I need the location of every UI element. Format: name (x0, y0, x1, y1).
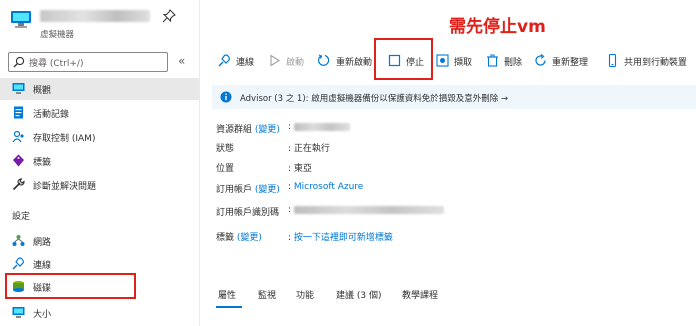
tags-change-link[interactable]: (變更) (237, 233, 262, 243)
resource-name-redacted (40, 10, 150, 22)
nav-item-connect[interactable]: 連線 (0, 253, 199, 275)
resource-group-label: 資源群組 (216, 125, 253, 135)
advisor-text: Advisor (3 之 1): 啟用虛擬機器備份以保護資料免於損毀及意外刪除 … (240, 94, 509, 104)
search-icon (13, 56, 25, 68)
section-settings-label: 設定 (12, 212, 31, 222)
network-icon (12, 235, 25, 246)
capture-icon (436, 54, 449, 67)
property-tags: 標籤 (變更) : 按一下這裡即可新增標籤 (216, 233, 393, 243)
subscription-label: 訂用帳戶 (216, 185, 253, 195)
refresh-icon (535, 54, 546, 66)
pin-icon[interactable] (162, 9, 176, 23)
property-resource-group: 資源群組 (變更) : (216, 120, 696, 136)
resource-group-value-redacted[interactable] (293, 122, 350, 131)
tab-monitoring[interactable]: 監視 (258, 288, 276, 301)
wrench-icon (12, 178, 25, 191)
advisor-banner[interactable]: Advisor (3 之 1): 啟用虛擬機器備份以保護資料免於損毀及意外刪除 … (212, 85, 696, 109)
stop-vm-annotation: 需先停止vm (449, 17, 546, 37)
size-icon (12, 307, 25, 318)
connect-icon (12, 257, 24, 270)
tag-icon (13, 154, 24, 167)
people-icon (12, 130, 24, 143)
highlight-stop-box (374, 38, 433, 80)
nav-item-diagnose[interactable]: 診斷並解決問題 (0, 174, 199, 196)
mobile-icon (608, 54, 617, 67)
nav-item-access-control[interactable]: 存取控制 (IAM) (0, 126, 199, 148)
play-icon (270, 54, 281, 67)
resource-header: 虛擬機器 (10, 8, 195, 44)
property-status: 狀態 : 正在執行 (216, 139, 696, 155)
info-icon (220, 91, 232, 103)
connect-label: 連線 (236, 58, 255, 68)
command-bar: 連線 啟動 重新啟動 停止 擷取 刪除 重新整理 共用到行動裝置 (210, 50, 696, 72)
location-value: 東亞 (293, 164, 312, 174)
trash-icon (487, 54, 498, 67)
nav-item-label: 概觀 (33, 86, 52, 96)
tags-label: 標籤 (216, 233, 235, 243)
activity-log-icon (14, 106, 23, 119)
search-placeholder: 搜尋 (Ctrl+/) (29, 59, 84, 69)
resource-type: 虛擬機器 (40, 30, 75, 40)
nav-item-size[interactable]: 大小 (0, 302, 199, 324)
overview-icon (12, 83, 25, 94)
nav-item-overview[interactable]: 概觀 (0, 78, 199, 100)
subscription-id-value-redacted (293, 205, 444, 214)
tab-recommendations[interactable]: 建議 (3 個) (336, 288, 381, 301)
nav-item-label: 診斷並解決問題 (33, 182, 97, 192)
active-tab-indicator (216, 306, 242, 308)
nav-item-label: 活動記錄 (33, 110, 70, 120)
subscription-id-label: 訂用帳戶識別碼 (216, 208, 280, 218)
tab-capabilities[interactable]: 功能 (296, 288, 314, 301)
restart-icon (318, 54, 330, 66)
start-label: 啟動 (286, 58, 305, 68)
status-value: 正在執行 (293, 144, 330, 154)
subscription-value-link[interactable]: Microsoft Azure (294, 182, 363, 192)
resource-group-change-link[interactable]: (變更) (255, 125, 280, 135)
menu-search-box[interactable]: 搜尋 (Ctrl+/) (8, 52, 168, 72)
nav-item-activity-log[interactable]: 活動記錄 (0, 102, 199, 124)
nav-item-label: 大小 (33, 310, 52, 320)
highlight-disks-box (5, 273, 136, 299)
property-location: 位置 : 東亞 (216, 159, 696, 175)
share-label: 共用到行動裝置 (624, 58, 688, 68)
subscription-change-link[interactable]: (變更) (255, 185, 280, 195)
nav-item-networking[interactable]: 網路 (0, 230, 199, 252)
nav-item-label: 連線 (33, 261, 52, 271)
capture-label: 擷取 (454, 58, 473, 68)
add-tags-link[interactable]: 按一下這裡即可新增標籤 (294, 233, 393, 243)
virtual-machine-icon (11, 11, 31, 28)
property-subscription-id: 訂用帳戶識別碼 : (216, 203, 696, 219)
restart-label: 重新啟動 (336, 58, 373, 68)
tab-tutorials[interactable]: 教學課程 (402, 288, 438, 301)
refresh-label: 重新整理 (552, 58, 589, 68)
location-label: 位置 (216, 164, 235, 174)
status-label: 狀態 (216, 144, 235, 154)
delete-label: 刪除 (504, 58, 523, 68)
tab-properties[interactable]: 屬性 (218, 288, 236, 301)
nav-item-label: 存取控制 (IAM) (33, 134, 96, 144)
collapse-menu-icon[interactable]: « (178, 54, 185, 68)
nav-item-label: 網路 (33, 238, 52, 248)
overview-tabs: 屬性 監視 功能 建議 (3 個) 教學課程 (216, 286, 696, 308)
property-subscription: 訂用帳戶 (變更) : Microsoft Azure (216, 182, 364, 195)
nav-item-label: 標籤 (33, 158, 52, 168)
connect-icon (218, 54, 230, 67)
nav-item-tags[interactable]: 標籤 (0, 150, 199, 172)
